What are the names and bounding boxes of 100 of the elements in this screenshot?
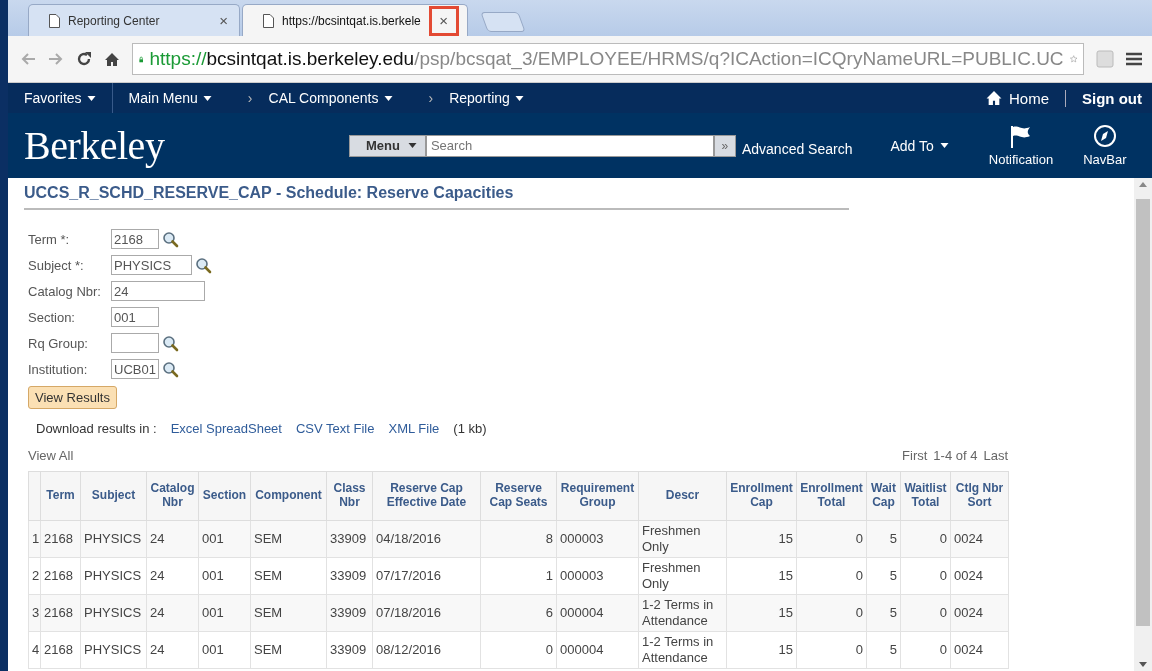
table-cell: 000003 [556, 520, 639, 558]
table-cell: SEM [250, 594, 327, 632]
home-icon [985, 90, 1003, 106]
scroll-up-icon[interactable] [1139, 182, 1147, 187]
close-button[interactable]: × [436, 12, 452, 29]
browser-tab[interactable]: Reporting Center × [28, 4, 240, 36]
table-cell: 2168 [40, 631, 81, 669]
table-cell: 33909 [326, 631, 373, 669]
menu-icon[interactable] [1126, 52, 1142, 66]
input-field[interactable] [111, 333, 159, 353]
column-header: Requirement Group [560, 481, 635, 509]
table-cell: 0 [480, 631, 557, 669]
table-cell: 04/18/2016 [372, 520, 481, 558]
input-field[interactable]: 2168 [111, 229, 159, 249]
nav-menu[interactable]: Main Menu [112, 83, 228, 113]
search-field[interactable]: Search [425, 134, 714, 157]
table-cell: PHYSICS [80, 557, 147, 595]
table-cell: 33909 [326, 594, 373, 632]
nav-menu[interactable]: CAL Components [252, 83, 409, 113]
browser-tab[interactable]: https://bcsintqat.is.berkele × [242, 4, 468, 36]
row-number: 2 [28, 557, 41, 595]
download-link[interactable]: XML File [388, 421, 440, 436]
column-header: Catalog Nbr [150, 481, 195, 509]
table-cell: 08/12/2016 [372, 631, 481, 669]
table-cell: PHYSICS [80, 594, 147, 632]
download-label: Download results in : [36, 421, 157, 436]
download-link[interactable]: Excel SpreadSheet [170, 421, 282, 436]
table-cell: 24 [146, 520, 199, 558]
column-header: Enrollment Cap [730, 481, 793, 509]
input-field[interactable]: 001 [111, 307, 159, 327]
column-header: Wait Cap [871, 481, 896, 509]
home-icon[interactable] [104, 51, 120, 67]
table-cell: 24 [146, 594, 199, 632]
table-cell: 0 [900, 557, 951, 595]
table-cell: PHYSICS [80, 631, 147, 669]
search-icon[interactable] [195, 256, 212, 274]
first-link[interactable]: First [902, 448, 928, 463]
scroll-down-icon[interactable] [1139, 662, 1147, 667]
table-cell: 15 [726, 557, 797, 595]
advanced-search-link[interactable]: Advanced Search [741, 140, 853, 157]
table-cell: 2168 [40, 594, 81, 632]
file-size: (1 kb) [453, 421, 487, 436]
close-button[interactable]: × [216, 12, 231, 29]
table-cell: 0 [900, 631, 951, 669]
table-cell: 2168 [40, 557, 81, 595]
menu-dropdown[interactable]: Menu [349, 134, 426, 157]
table-cell: 33909 [326, 557, 373, 595]
search-icon[interactable] [162, 360, 179, 378]
add-to-menu[interactable]: Add To [890, 137, 949, 154]
navbar-button[interactable]: NavBar [1077, 124, 1133, 167]
field-label: Rq Group: [28, 335, 89, 351]
page-title: UCCS_R_SCHD_RESERVE_CAP - Schedule: Reserve Capacities [24, 184, 849, 210]
breadcrumb-separator: › [246, 90, 253, 106]
input-field[interactable]: PHYSICS [111, 255, 192, 275]
caret-icon [407, 143, 417, 148]
scrollbar[interactable] [1134, 178, 1152, 671]
table-cell: 2168 [40, 520, 81, 558]
flag-icon [1009, 124, 1033, 148]
table-cell: 001 [198, 631, 251, 669]
table-cell: 24 [146, 557, 199, 595]
view-all-link[interactable]: View All [28, 448, 74, 463]
url-text: https://bcsintqat.is.berkeley.edu/psp/bcsqat_3/EMPLOYEE/HRMS/q?ICAction=ICQryNameURL=PUBLIC.UC [149, 48, 1064, 70]
table-cell: 15 [726, 520, 797, 558]
view-results-button[interactable]: View Results [28, 386, 117, 409]
table-cell: SEM [250, 631, 327, 669]
table-cell: SEM [250, 520, 327, 558]
table-cell: 001 [198, 594, 251, 632]
table-cell: 15 [726, 594, 797, 632]
home-link[interactable]: Home [969, 89, 1066, 107]
table-cell: 24 [146, 631, 199, 669]
column-header: Ctlg Nbr Sort [955, 481, 1004, 509]
input-field[interactable]: UCB01 [111, 359, 159, 379]
table-cell: 000003 [556, 557, 639, 595]
nav-menu[interactable]: Favorites [8, 83, 112, 113]
search-go-button[interactable]: » [713, 134, 736, 157]
table-cell: 0 [900, 594, 951, 632]
address-bar[interactable]: https://bcsintqat.is.berkeley.edu/psp/bcsqat_3/EMPLOYEE/HRMS/q?ICAction=ICQryNameURL=PUBLIC.UC [132, 43, 1084, 75]
reload-icon[interactable] [76, 51, 92, 67]
table-cell: 0 [796, 631, 867, 669]
table-cell: Freshmen Only [638, 557, 727, 595]
sign-out-link[interactable]: Sign out [1066, 89, 1152, 107]
search-icon[interactable] [162, 334, 179, 352]
notification-button[interactable]: Notification [982, 124, 1060, 167]
table-cell: 1 [480, 557, 557, 595]
download-link[interactable]: CSV Text File [295, 421, 375, 436]
table-cell: 07/17/2016 [372, 557, 481, 595]
table-cell: 0024 [950, 557, 1009, 595]
caret-icon [383, 95, 393, 101]
table-cell: 33909 [326, 520, 373, 558]
input-field[interactable]: 24 [111, 281, 205, 301]
table-cell: 0 [796, 520, 867, 558]
nav-menu[interactable]: Reporting [433, 83, 540, 113]
column-header: Enrollment Total [800, 481, 863, 509]
caret-icon [939, 143, 949, 148]
column-header: Reserve Cap Effective Date [386, 481, 467, 509]
search-icon[interactable] [162, 230, 179, 248]
table-cell: 5 [866, 557, 901, 595]
last-link[interactable]: Last [983, 448, 1008, 463]
table-cell: 0 [796, 594, 867, 632]
table-cell: 0024 [950, 520, 1009, 558]
